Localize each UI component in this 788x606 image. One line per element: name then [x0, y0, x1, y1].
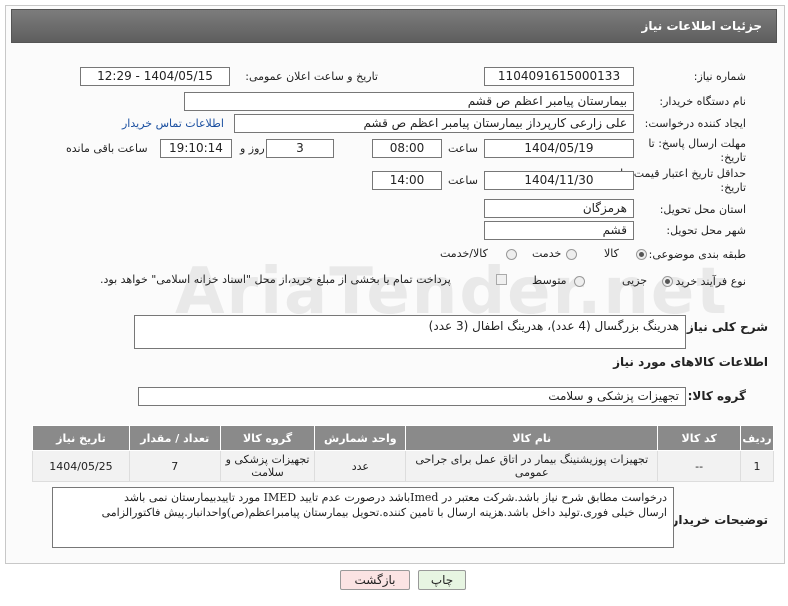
city-field: قشم [484, 221, 634, 240]
price-time-field: 14:00 [372, 171, 442, 190]
cell-unit: عدد [314, 450, 407, 482]
print-button[interactable]: چاپ [418, 570, 466, 590]
table-row: 1 -- تجهیزات پوزیشنینگ بیمار در اتاق عمل… [32, 450, 774, 482]
category-label: طبقه بندی موضوعی: [648, 248, 746, 261]
announce-field: 1404/05/15 - 12:29 [80, 67, 230, 86]
col-row: ردیف [740, 425, 774, 451]
buyer-notes-line1: درخواست مطابق شرح نیاز باشد.شرکت معتبر د… [123, 491, 667, 504]
need-number-field: 1104091615000133 [484, 67, 634, 86]
remaining-time-field: 19:10:14 [160, 139, 232, 158]
announce-label: تاریخ و ساعت اعلان عمومی: [245, 70, 378, 83]
buyer-notes-label: توضیحات خریدار: [666, 513, 768, 527]
purchase-radio-medium[interactable] [574, 276, 585, 287]
reply-time-label: ساعت [448, 142, 478, 155]
need-number-label: شماره نیاز: [693, 70, 746, 83]
purchase-option-medium: متوسط [532, 274, 567, 287]
col-group: گروه کالا [219, 425, 316, 451]
category-option-goods: کالا [604, 247, 619, 260]
col-code: کد کالا [657, 425, 742, 451]
cell-qty: 7 [128, 450, 221, 482]
summary-field: هدرینگ بزرگسال (4 عدد)، هدرینگ اطفال (3 … [134, 315, 686, 349]
buyer-org-field: بیمارستان پیامبر اعظم ص قشم [184, 92, 634, 111]
city-label: شهر محل تحویل: [666, 224, 746, 237]
days-label: روز و [240, 142, 265, 155]
col-name: نام کالا [405, 425, 659, 451]
goods-section-title: اطلاعات کالاهای مورد نیاز [613, 355, 768, 369]
province-label: استان محل تحویل: [659, 203, 746, 216]
cell-date: 1404/05/25 [32, 450, 130, 482]
category-radio-service[interactable] [566, 249, 577, 260]
category-radio-both[interactable] [506, 249, 517, 260]
requester-label: ایجاد کننده درخواست: [644, 117, 746, 130]
cell-code: -- [657, 450, 742, 482]
purchase-radio-minor[interactable] [662, 276, 673, 287]
days-field: 3 [266, 139, 334, 158]
reply-time-field: 08:00 [372, 139, 442, 158]
purchase-type-label: نوع فرآیند خرید : [668, 275, 746, 288]
goods-table: ردیف کد کالا نام کالا واحد شمارش گروه کا… [32, 425, 774, 482]
cell-group: تجهیزات پزشکی و سلامت [219, 450, 316, 482]
category-option-both: کالا/خدمت [440, 247, 488, 260]
remaining-label: ساعت باقی مانده [66, 142, 148, 155]
back-button[interactable]: بازگشت [340, 570, 410, 590]
category-option-service: خدمت [532, 247, 562, 260]
province-field: هرمزگان [484, 199, 634, 218]
buyer-notes-field: درخواست مطابق شرح نیاز باشد.شرکت معتبر د… [52, 487, 674, 548]
col-qty: تعداد / مقدار [128, 425, 221, 451]
reply-deadline-label: مهلت ارسال پاسخ: تا تاریخ: [648, 137, 746, 164]
goods-group-label: گروه کالا: [687, 389, 746, 403]
cell-row: 1 [740, 450, 774, 482]
price-time-label: ساعت [448, 174, 478, 187]
col-unit: واحد شمارش [314, 425, 407, 451]
buyer-notes-line2: ارسال خیلی فوری.تولید داخل باشد.هزینه ار… [101, 506, 667, 519]
purchase-option-minor: جزیی [622, 274, 648, 287]
goods-group-field: تجهیزات پزشکی و سلامت [138, 387, 686, 406]
payment-note: پرداخت تمام یا بخشی از مبلغ خرید،از محل … [100, 273, 451, 286]
cell-name: تجهیزات پوزیشنینگ بیمار در اتاق عمل برای… [405, 450, 659, 482]
goods-table-header: ردیف کد کالا نام کالا واحد شمارش گروه کا… [32, 425, 774, 451]
col-date: تاریخ نیاز [32, 425, 130, 451]
requester-field: علی زارعی کارپرداز بیمارستان پیامبر اعظم… [234, 114, 634, 133]
price-date-field: 1404/11/30 [484, 171, 634, 190]
buyer-contact-link[interactable]: اطلاعات تماس خریدار [122, 117, 224, 130]
category-radio-goods[interactable] [636, 249, 647, 260]
reply-date-field: 1404/05/19 [484, 139, 634, 158]
page-title: جزئیات اطلاعات نیاز [11, 9, 777, 43]
treasury-checkbox[interactable] [496, 274, 507, 285]
buyer-org-label: نام دستگاه خریدار: [659, 95, 746, 108]
summary-label: شرح کلی نیاز: [682, 320, 768, 334]
